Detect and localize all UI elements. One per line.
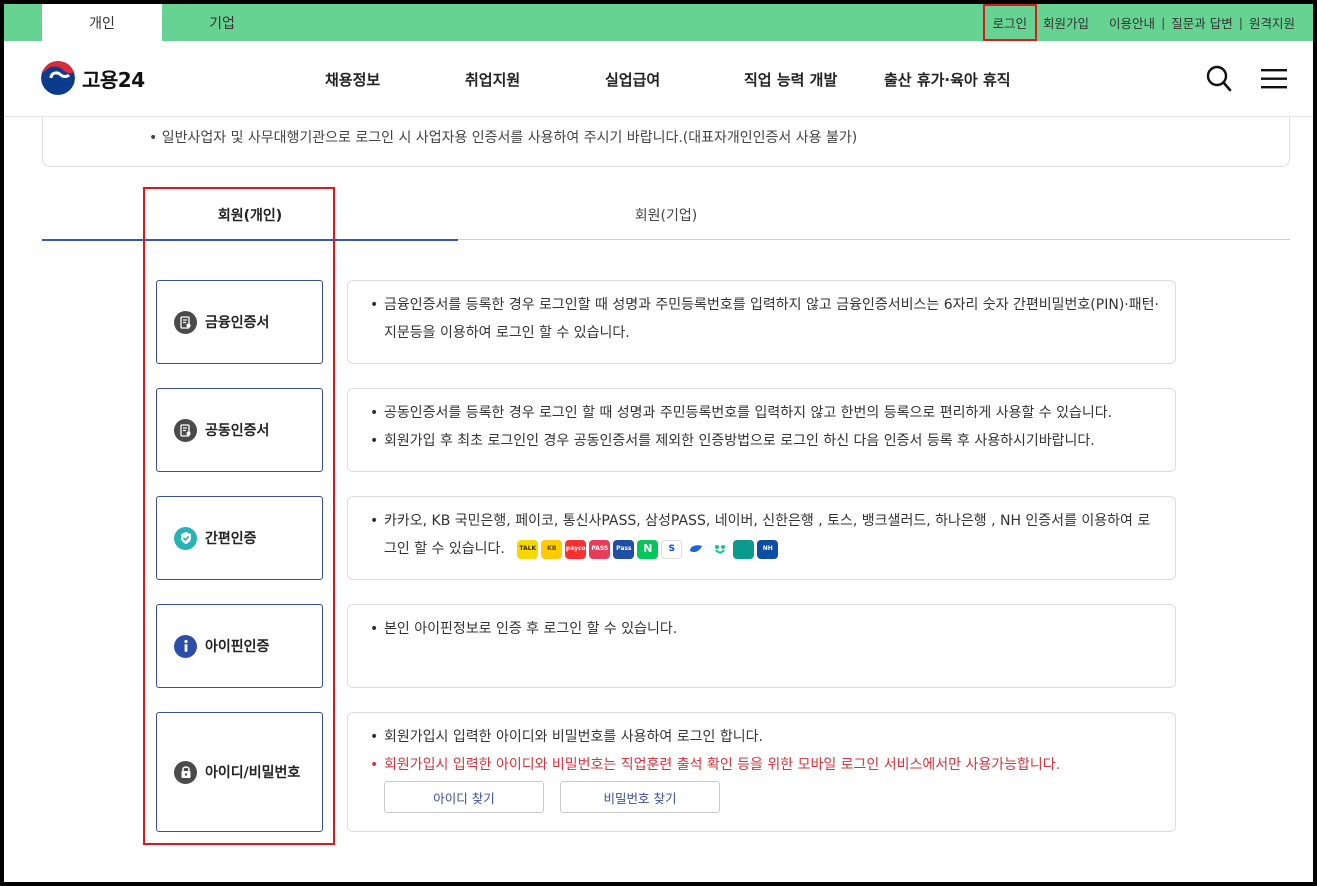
find-password-button[interactable]: 비밀번호 찾기 xyxy=(560,781,720,813)
qna-link[interactable]: 질문과 답변 xyxy=(1171,13,1232,32)
banksalad-icon xyxy=(709,539,731,559)
description-text: 공동인증서를 등록한 경우 로그인 할 때 성명과 주민등록번호를 입력하지 않… xyxy=(370,399,1161,427)
hana-icon xyxy=(733,539,755,559)
search-icon[interactable] xyxy=(1206,65,1232,93)
toss-icon xyxy=(685,539,707,559)
description-text: 회원가입시 입력한 아이디와 비밀번호를 사용하여 로그인 합니다. xyxy=(370,723,1161,751)
notice-box: • 일반사업자 및 사무대행기관으로 로그인 시 사업자용 인증서를 사용하여 … xyxy=(42,117,1290,167)
description-item: 카카오, KB 국민은행, 페이코, 통신사PASS, 삼성PASS, 네이버,… xyxy=(370,507,1161,563)
login-link[interactable]: 로그인 xyxy=(982,4,1038,41)
signup-link[interactable]: 회원가입 xyxy=(1043,13,1089,32)
guide-link[interactable]: 이용안내 xyxy=(1109,13,1155,32)
divider: | xyxy=(1238,15,1243,30)
menu-icon[interactable] xyxy=(1260,68,1288,90)
id-password-description: 회원가입시 입력한 아이디와 비밀번호를 사용하여 로그인 합니다. 회원가입시… xyxy=(347,712,1176,832)
shinhan-icon: S xyxy=(661,539,683,559)
nav-item-employment-support[interactable]: 취업지원 xyxy=(465,69,520,90)
ipin-description: 본인 아이핀정보로 인증 후 로그인 할 수 있습니다. xyxy=(347,604,1176,688)
remote-support-link[interactable]: 원격지원 xyxy=(1249,13,1295,32)
user-type-tab-personal[interactable]: 개인 xyxy=(42,4,162,41)
description-text: 본인 아이핀정보로 인증 후 로그인 할 수 있습니다. xyxy=(370,615,1161,643)
tab-member-corporate[interactable]: 회원(기업) xyxy=(458,190,874,240)
user-type-tab-corporate[interactable]: 기업 xyxy=(162,4,282,41)
warning-text: 회원가입시 입력한 아이디와 비밀번호는 직업훈련 출석 확인 등을 위한 모바… xyxy=(370,751,1161,779)
find-buttons: 아이디 찾기 비밀번호 찾기 xyxy=(384,781,1161,813)
divider: | xyxy=(1161,15,1166,30)
utility-links: 로그인 회원가입 이용안내 | 질문과 답변 | 원격지원 xyxy=(982,4,1295,41)
nav-item-unemployment-benefits[interactable]: 실업급여 xyxy=(605,69,660,90)
joint-cert-description: 공동인증서를 등록한 경우 로그인 할 때 성명과 주민등록번호를 입력하지 않… xyxy=(347,388,1176,472)
payco-icon: payco xyxy=(565,539,587,559)
simple-auth-description: 카카오, KB 국민은행, 페이코, 통신사PASS, 삼성PASS, 네이버,… xyxy=(347,496,1176,580)
naver-icon: N xyxy=(637,539,659,559)
description-text: 금융인증서를 등록한 경우 로그인할 때 성명과 주민등록번호를 입력하지 않고… xyxy=(370,291,1161,347)
notice-text: • 일반사업자 및 사무대행기관으로 로그인 시 사업자용 인증서를 사용하여 … xyxy=(149,130,858,146)
highlight-box xyxy=(143,187,335,845)
notice-message: 일반사업자 및 사무대행기관으로 로그인 시 사업자용 인증서를 사용하여 주시… xyxy=(161,130,858,146)
kakao-icon: TALK xyxy=(517,539,539,559)
main-nav: 채용정보 취업지원 실업급여 직업 능력 개발 출산 휴가·육아 휴직 xyxy=(4,41,1313,117)
nav-item-jobs[interactable]: 채용정보 xyxy=(325,69,380,90)
samsung-pass-icon: Pass xyxy=(613,539,635,559)
finance-cert-description: 금융인증서를 등록한 경우 로그인할 때 성명과 주민등록번호를 입력하지 않고… xyxy=(347,280,1176,364)
provider-icons: TALK KB payco PASS Pass N S NH xyxy=(517,539,779,559)
top-bar: 개인 기업 로그인 회원가입 이용안내 | 질문과 답변 | 원격지원 xyxy=(4,4,1313,41)
nh-icon: NH xyxy=(757,539,779,559)
nav-item-skill-development[interactable]: 직업 능력 개발 xyxy=(744,69,837,90)
description-text: 회원가입 후 최초 로그인인 경우 공동인증서를 제외한 인증방법으로 로그인 … xyxy=(370,427,1161,455)
site-header: 고용24 채용정보 취업지원 실업급여 직업 능력 개발 출산 휴가·육아 휴직 xyxy=(4,41,1313,117)
find-id-button[interactable]: 아이디 찾기 xyxy=(384,781,544,813)
nav-item-parental-leave[interactable]: 출산 휴가·육아 휴직 xyxy=(884,69,1011,90)
kb-icon: KB xyxy=(541,539,563,559)
pass-icon: PASS xyxy=(589,539,611,559)
